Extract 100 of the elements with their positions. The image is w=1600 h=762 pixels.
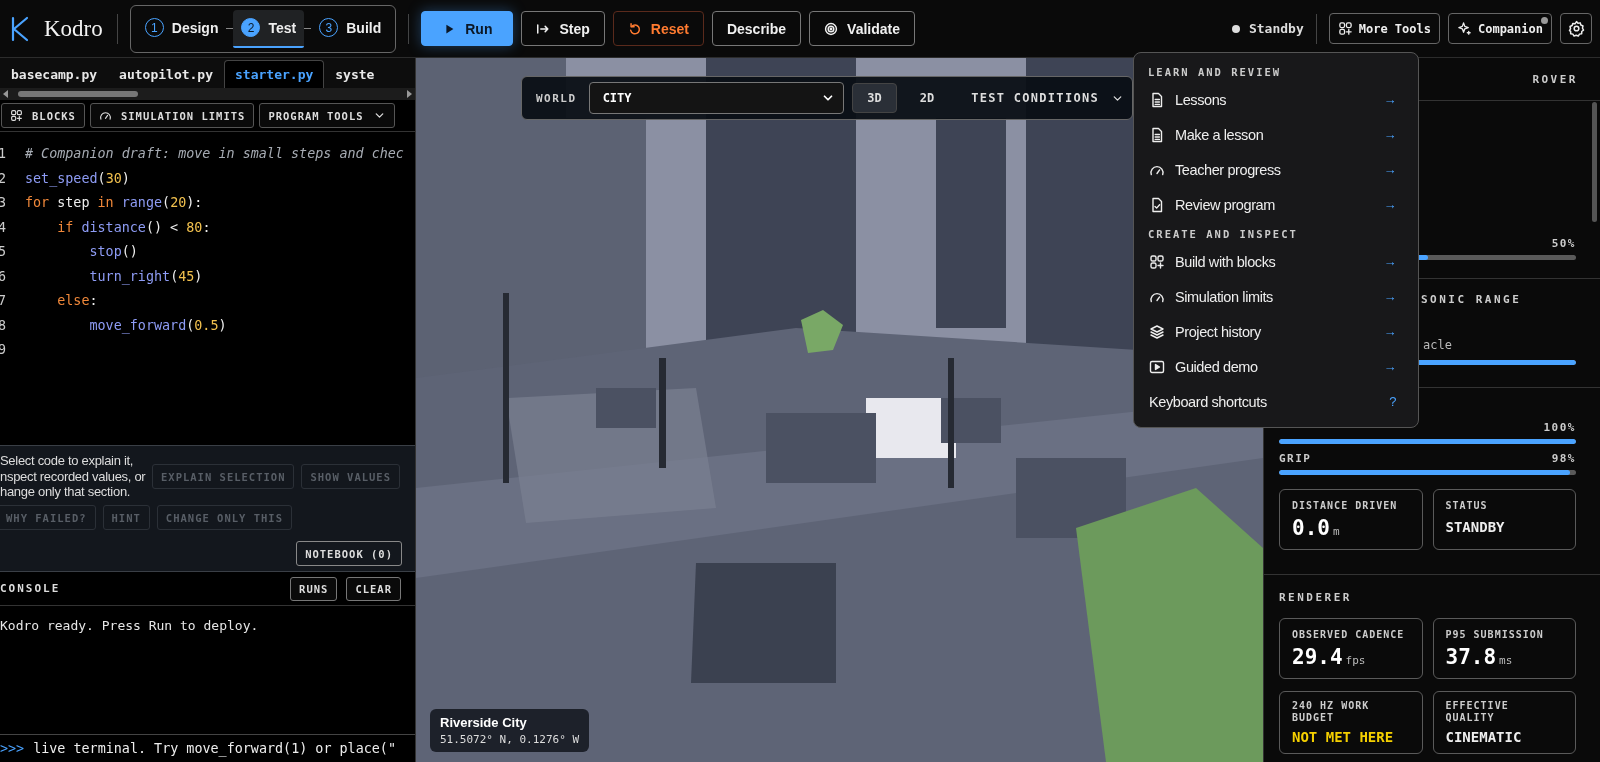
step-arrow-icon <box>536 21 551 36</box>
assist-hint: Select code to explain it, nspect recorded values, or hange only that section. <box>0 453 147 500</box>
stat-value: 37.8 ms <box>1445 645 1514 669</box>
arrow-marker: → <box>1383 254 1396 269</box>
location-coordinates: 51.5072° N, 0.1276° W <box>440 733 580 746</box>
code-line: for step in range(20): <box>25 194 203 212</box>
stat-value: STANDBY <box>1445 519 1506 535</box>
arrow-marker: → <box>1383 92 1396 107</box>
layers-icon <box>1149 323 1165 340</box>
stat-label: OBSERVED CADENCE <box>1292 629 1405 641</box>
document-icon <box>1149 91 1165 108</box>
target-icon <box>824 21 839 36</box>
step-tab[interactable]: 2 Test <box>233 9 305 48</box>
step-tab[interactable]: 1 Design <box>136 9 227 48</box>
menu-item[interactable]: Simulation limits → <box>1134 279 1418 314</box>
section-title: RENDERER <box>1279 591 1352 604</box>
terminal-input[interactable]: >>> live terminal. Try move_forward(1) or place(" <box>0 734 415 762</box>
menu-section-title: LEARN AND REVIEW <box>1147 65 1283 80</box>
caret-left-icon[interactable] <box>3 90 9 98</box>
blocks-icon <box>1337 21 1353 36</box>
stat-value: 0.0 m <box>1292 516 1341 540</box>
toolbar-button[interactable]: PROGRAM TOOLS <box>259 103 395 128</box>
help-marker: ? <box>1389 394 1396 409</box>
file-tab[interactable]: syste <box>324 60 386 88</box>
menu-section-title: CREATE AND INSPECT <box>1147 227 1299 242</box>
validate-button[interactable]: Validate <box>809 11 915 46</box>
play-icon <box>1149 358 1165 375</box>
arrow-marker: → <box>1383 162 1396 177</box>
sparkle-icon <box>1456 21 1472 36</box>
logo-icon <box>10 15 30 42</box>
checked-document-icon <box>1149 196 1165 213</box>
arrow-marker: → <box>1383 127 1396 142</box>
world-label: WORLD <box>536 91 577 105</box>
file-tab[interactable]: basecamp.py <box>0 60 109 88</box>
gauge-icon <box>98 109 112 122</box>
stat-value: NOT MET HERE <box>1292 729 1395 745</box>
caret-right-icon[interactable] <box>406 90 412 98</box>
file-tab[interactable]: autopilot.py <box>108 60 224 88</box>
code-line: # Companion draft: move in small steps and chec <box>25 145 404 163</box>
stat-value: CINEMATIC <box>1445 729 1523 745</box>
status-dot <box>1231 24 1240 33</box>
stat-label: 240 HZ WORK BUDGET <box>1292 700 1371 724</box>
world-select[interactable]: CITY <box>588 82 845 114</box>
location-name: Riverside City <box>440 715 528 730</box>
console-output: Kodro ready. Press Run to deploy. <box>0 618 259 633</box>
describe-button[interactable]: Describe <box>711 11 802 46</box>
menu-item[interactable]: Guided demo → <box>1134 349 1418 384</box>
line-number: 1 <box>0 145 8 163</box>
settings-button[interactable] <box>1560 13 1592 44</box>
tool-button[interactable]: Companion <box>1447 13 1552 44</box>
menu-item[interactable]: Make a lesson → <box>1134 117 1418 152</box>
stat-value: 29.4 fps <box>1292 645 1367 669</box>
blocks-icon <box>1149 253 1165 270</box>
tool-button[interactable]: More Tools <box>1328 13 1440 44</box>
settings-icon <box>1567 20 1585 37</box>
meter-value: 50% <box>1551 237 1576 250</box>
document-icon <box>1149 126 1165 143</box>
proximity-unit: acle <box>1423 338 1452 352</box>
reset-button[interactable]: Reset <box>612 11 704 46</box>
menu-item[interactable]: Lessons → <box>1134 82 1418 117</box>
panel-subject: ROVER <box>1532 72 1578 86</box>
step-button[interactable]: Step <box>521 11 605 46</box>
file-tab[interactable]: starter.py <box>224 60 325 88</box>
meter-label: GRIP <box>1279 452 1312 465</box>
stat-label: EFFECTIVE QUALITY <box>1445 700 1510 724</box>
app-name: Kodro <box>44 15 103 42</box>
menu-item[interactable]: Keyboard shortcuts ? <box>1134 384 1418 419</box>
code-line: if distance() < 80: <box>56 218 211 237</box>
code-line: set_speed(30) <box>25 169 130 189</box>
view-toggle[interactable]: 3D <box>852 83 897 113</box>
meter-value: 100% <box>1543 421 1576 434</box>
menu-item[interactable]: Build with blocks → <box>1134 244 1418 279</box>
view-toggle[interactable]: 2D <box>904 83 950 113</box>
code-line: turn_right(45) <box>88 267 203 287</box>
arrow-marker: → <box>1383 289 1396 304</box>
arrow-marker: → <box>1383 197 1396 212</box>
toolbar-button[interactable]: BLOCKS <box>1 103 85 128</box>
menu-item[interactable]: Teacher progress → <box>1134 152 1418 187</box>
toolbar-button[interactable]: SIMULATION LIMITS <box>89 103 255 128</box>
test-conditions-button[interactable]: TEST CONDITIONS <box>957 91 1124 105</box>
stat-label: DISTANCE DRIVEN <box>1292 500 1398 512</box>
menu-item[interactable]: Review program → <box>1134 187 1418 222</box>
status-text: Standby <box>1248 21 1304 36</box>
arrow-marker: → <box>1383 324 1396 339</box>
arrow-marker: → <box>1383 359 1396 374</box>
console-button[interactable]: CLEAR <box>346 576 401 601</box>
stat-label: STATUS <box>1445 500 1488 512</box>
refresh-icon <box>627 21 642 36</box>
run-button[interactable]: Run <box>421 11 514 46</box>
code-line: else: <box>56 292 98 310</box>
notebook-button[interactable]: NOTEBOOK (0) <box>296 541 402 566</box>
step-tab[interactable]: 3 Build <box>311 9 390 48</box>
console-title: CONSOLE <box>0 582 61 595</box>
section-title: SONIC RANGE <box>1421 293 1522 306</box>
code-line: stop() <box>88 243 138 261</box>
menu-item[interactable]: Project history → <box>1134 314 1418 349</box>
meter-value: 98% <box>1551 452 1576 465</box>
code-line: move_forward(0.5) <box>88 316 227 336</box>
blocks-icon <box>10 109 23 122</box>
console-button[interactable]: RUNS <box>290 576 338 601</box>
